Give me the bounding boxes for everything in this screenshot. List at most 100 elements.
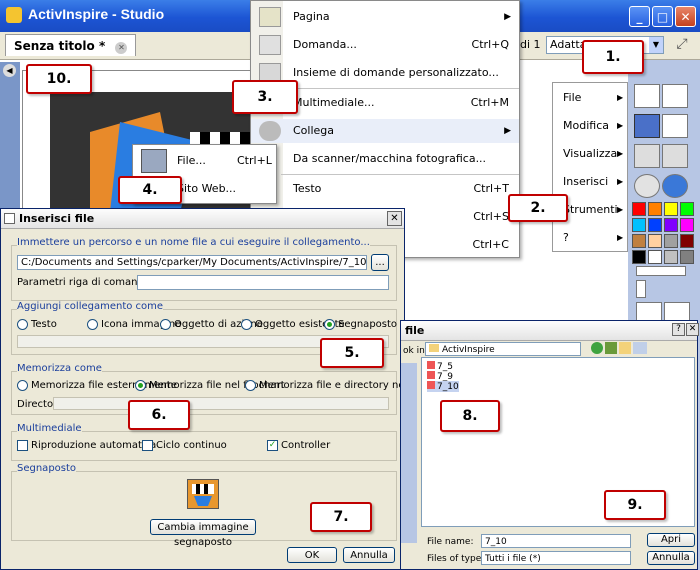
radio-testo-label: Testo bbox=[31, 319, 57, 330]
checkbox-controller[interactable]: ✓ bbox=[267, 440, 278, 451]
main-menu-icon[interactable] bbox=[634, 84, 660, 108]
menu-item-testo[interactable]: Testo Ctrl+T bbox=[251, 177, 519, 201]
color-swatch[interactable] bbox=[632, 234, 646, 248]
radio-oggetto-azione[interactable] bbox=[160, 319, 171, 330]
color-swatch[interactable] bbox=[680, 250, 694, 264]
close-button[interactable]: ✕ bbox=[675, 6, 696, 27]
color-swatch[interactable] bbox=[648, 250, 662, 264]
color-swatch[interactable] bbox=[664, 250, 678, 264]
file-icon bbox=[427, 371, 435, 379]
path-input[interactable]: C:/Documents and Settings/cparker/My Doc… bbox=[17, 255, 367, 270]
app-icon bbox=[6, 7, 22, 23]
open-button[interactable]: Apri bbox=[647, 533, 695, 547]
ok-button[interactable]: OK bbox=[287, 547, 337, 563]
menu-item-collega[interactable]: Collega ▶ bbox=[251, 119, 519, 143]
submenu-file[interactable]: File... bbox=[177, 154, 206, 167]
file-cancel-button[interactable]: Annulla bbox=[647, 551, 695, 565]
file-icon bbox=[427, 381, 435, 389]
menu-item-scanner[interactable]: Da scanner/macchina fotografica... bbox=[251, 147, 519, 171]
open-file-dialog: file ? ✕ ok in: ActivInspire 7_5 7_9 7_1… bbox=[400, 320, 699, 570]
color-swatch[interactable] bbox=[680, 218, 694, 232]
checkbox-loop-label: Ciclo continuo bbox=[156, 440, 227, 451]
color-swatch[interactable] bbox=[680, 234, 694, 248]
tab-close-icon[interactable]: ✕ bbox=[115, 42, 128, 54]
color-swatch[interactable] bbox=[664, 218, 678, 232]
filename-input[interactable]: 7_10 bbox=[481, 534, 631, 548]
cmdline-input[interactable] bbox=[137, 275, 389, 290]
menu-inserisci[interactable]: Inserisci bbox=[563, 175, 608, 188]
color-swatch[interactable] bbox=[648, 202, 662, 216]
menu-item-domanda[interactable]: Domanda... Ctrl+Q bbox=[251, 33, 519, 57]
dialog-close-button[interactable]: ✕ bbox=[387, 211, 402, 226]
link-as-group-title: Aggiungi collegamento come bbox=[17, 301, 164, 312]
previous-page-icon[interactable] bbox=[634, 144, 660, 168]
chevron-right-icon: ▶ bbox=[617, 149, 624, 158]
profile-icon[interactable] bbox=[662, 84, 688, 108]
change-image-button[interactable]: Cambia immagine segnaposto bbox=[150, 519, 256, 548]
menu-modifica[interactable]: Modifica bbox=[563, 119, 609, 132]
pen-width-selector[interactable] bbox=[636, 266, 686, 276]
play-icon[interactable] bbox=[634, 174, 660, 198]
checkbox-loop[interactable] bbox=[142, 440, 153, 451]
checkbox-autoplay-label: Riproduzione automatica bbox=[31, 440, 157, 451]
menu-separator bbox=[281, 174, 519, 175]
color-swatch[interactable] bbox=[680, 202, 694, 216]
callout-1: 1. bbox=[582, 40, 644, 74]
menu-help[interactable]: ? bbox=[563, 231, 569, 244]
globe-icon[interactable] bbox=[662, 174, 688, 198]
checkbox-autoplay[interactable] bbox=[17, 440, 28, 451]
color-swatch[interactable] bbox=[648, 234, 662, 248]
menu-visualizza[interactable]: Visualizza bbox=[563, 147, 617, 160]
folder-icon bbox=[429, 344, 439, 352]
radio-oggetto-esistente[interactable] bbox=[241, 319, 252, 330]
color-swatch[interactable] bbox=[632, 250, 646, 264]
cancel-button[interactable]: Annulla bbox=[343, 547, 395, 563]
color-swatch[interactable] bbox=[664, 202, 678, 216]
minimize-button[interactable]: _ bbox=[629, 6, 650, 27]
back-icon[interactable] bbox=[591, 342, 603, 354]
submenu-file-shortcut: Ctrl+L bbox=[237, 154, 272, 167]
color-swatch[interactable] bbox=[632, 218, 646, 232]
new-folder-icon[interactable] bbox=[619, 342, 631, 354]
color-swatch[interactable] bbox=[664, 234, 678, 248]
file-link-icon bbox=[141, 149, 167, 173]
file-dialog-help-button[interactable]: ? bbox=[672, 323, 685, 336]
file-dialog-close-button[interactable]: ✕ bbox=[686, 323, 699, 336]
submenu-website[interactable]: Sito Web... bbox=[177, 182, 236, 195]
menu-item-pagina[interactable]: Pagina ▶ bbox=[251, 5, 519, 29]
up-folder-icon[interactable] bbox=[605, 342, 617, 354]
browse-button[interactable]: ... bbox=[371, 254, 389, 271]
radio-store-external[interactable] bbox=[17, 380, 28, 391]
chevron-right-icon: ▶ bbox=[617, 233, 624, 242]
color-swatch[interactable] bbox=[632, 202, 646, 216]
menu-strumenti[interactable]: Strumenti bbox=[563, 203, 618, 216]
chevron-right-icon: ▶ bbox=[617, 93, 624, 102]
opacity-slider[interactable] bbox=[636, 280, 646, 298]
browser-toggle-icon[interactable]: ◀ bbox=[3, 64, 16, 77]
tab-label: Senza titolo * bbox=[14, 39, 106, 53]
color-swatch[interactable] bbox=[648, 218, 662, 232]
menu-file[interactable]: File bbox=[563, 91, 581, 104]
eraser-icon[interactable] bbox=[662, 114, 688, 138]
radio-store-flipchart[interactable] bbox=[135, 380, 146, 391]
placeholder-group-title: Segnaposto bbox=[17, 463, 77, 474]
dialog-title: Inserisci file bbox=[1, 209, 404, 229]
filetype-select[interactable]: Tutti i file (*) bbox=[481, 551, 631, 565]
view-menu-icon[interactable] bbox=[633, 342, 647, 354]
next-page-icon[interactable] bbox=[662, 144, 688, 168]
radio-testo[interactable] bbox=[17, 319, 28, 330]
radio-segnaposto[interactable] bbox=[324, 319, 335, 330]
chevron-down-icon: ▼ bbox=[649, 37, 663, 53]
maximize-button[interactable]: □ bbox=[652, 6, 673, 27]
radio-store-dir[interactable] bbox=[245, 380, 256, 391]
fullscreen-icon[interactable]: ⤢ bbox=[672, 36, 692, 54]
pen-icon[interactable] bbox=[634, 114, 660, 138]
app-menu: File ▶ Modifica ▶ Visualizza ▶ Inserisci… bbox=[552, 82, 628, 252]
radio-icona[interactable] bbox=[87, 319, 98, 330]
filename-label: File name: bbox=[427, 537, 474, 547]
tab-document[interactable]: Senza titolo * ✕ bbox=[5, 34, 137, 56]
chevron-right-icon: ▶ bbox=[617, 121, 624, 130]
directory-input bbox=[53, 397, 389, 410]
lookin-select[interactable]: ActivInspire bbox=[425, 342, 581, 356]
file-item-selected[interactable]: 7_10 bbox=[427, 381, 459, 392]
